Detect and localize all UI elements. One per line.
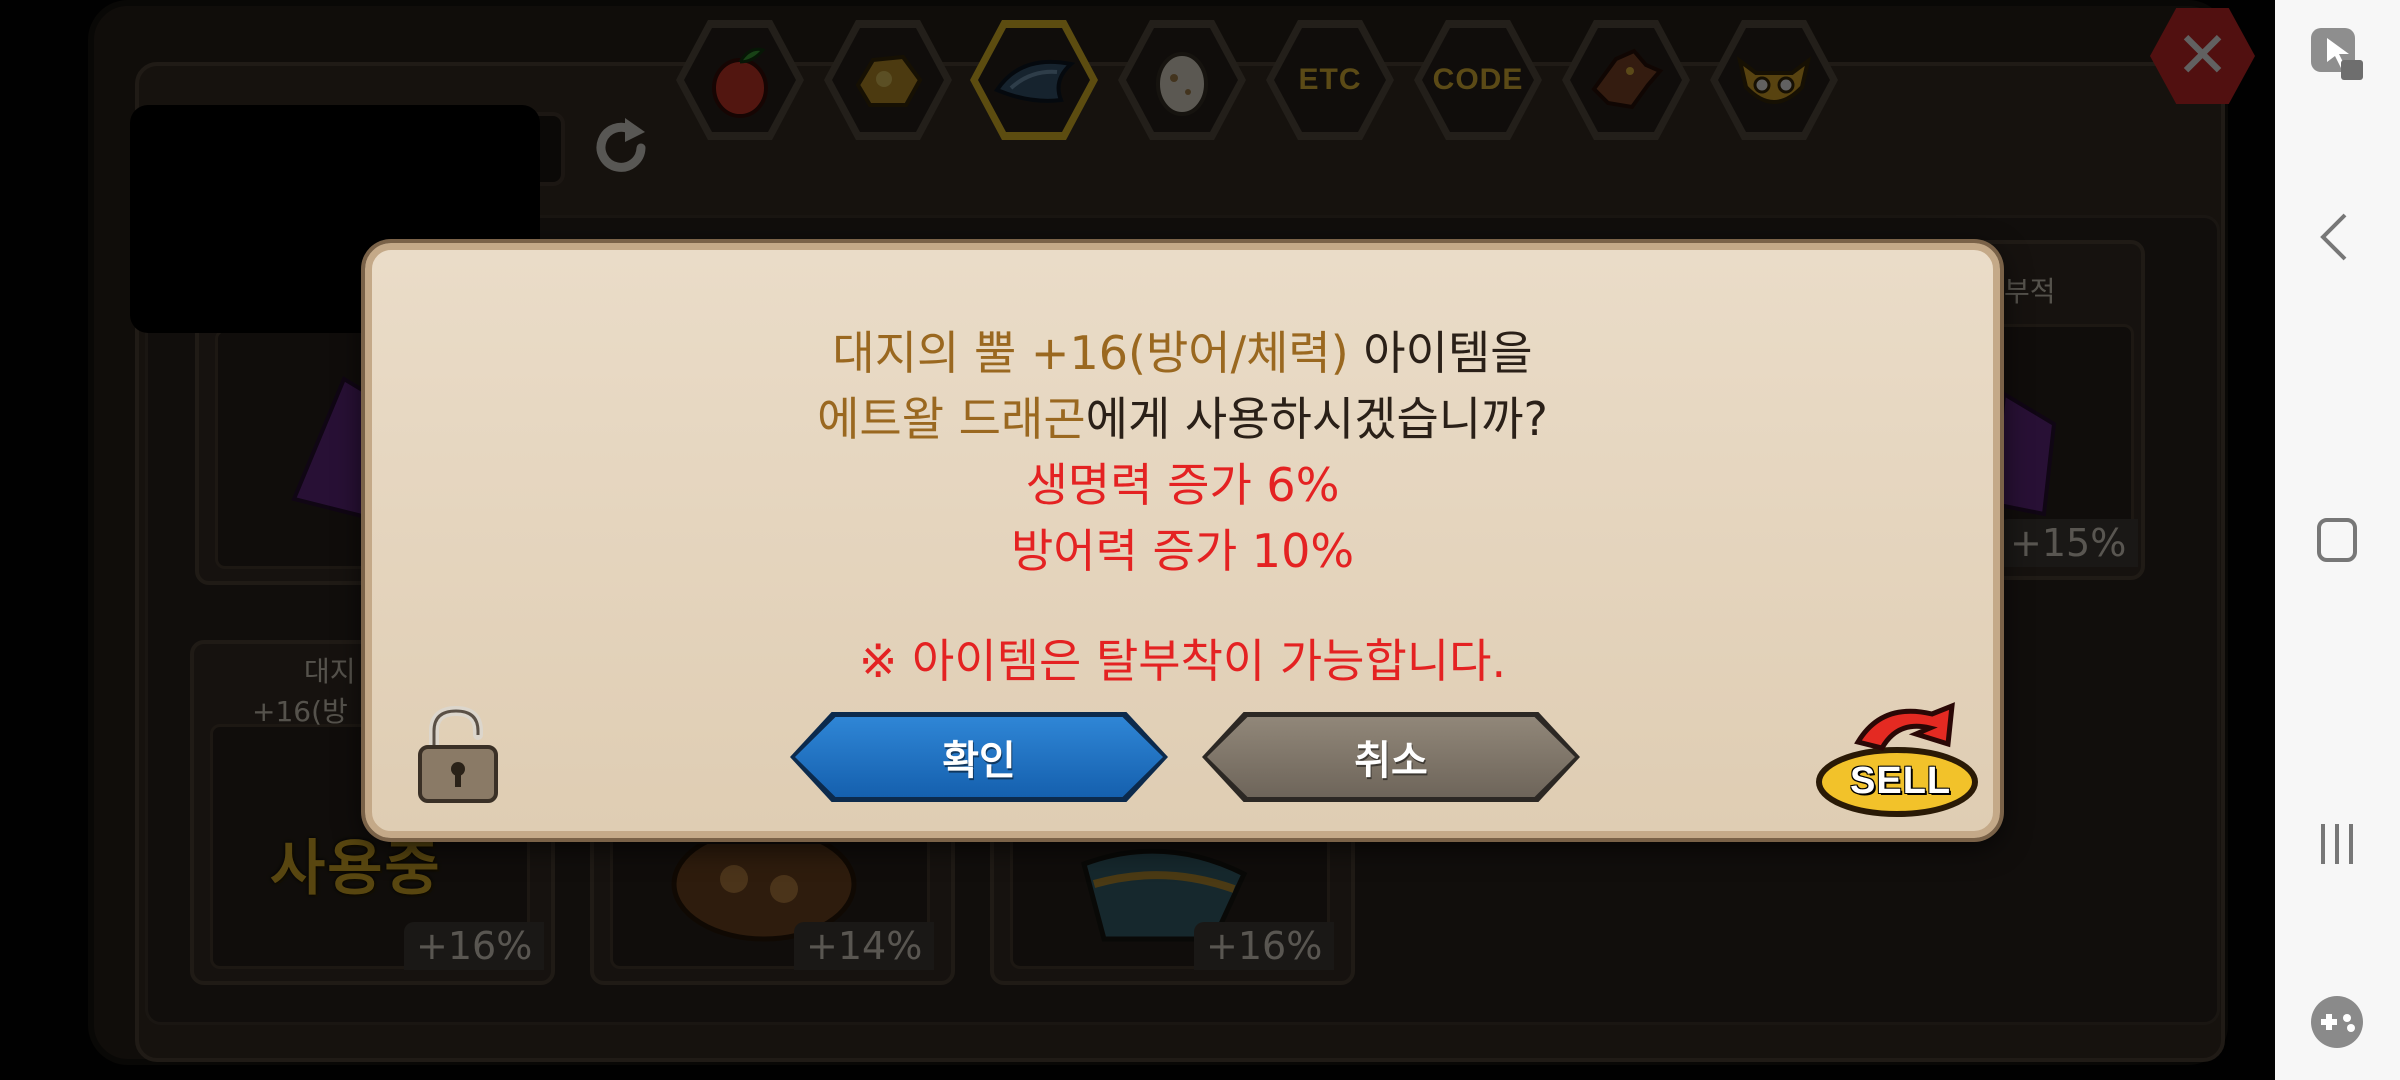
sell-button[interactable]: SELL: [1812, 698, 1982, 818]
stat-hp: 생명력 증가 6%: [1025, 458, 1340, 512]
notice-text: ※ 아이템은 탈부착이 가능합니다.: [858, 634, 1507, 688]
dragon-scale-icon: [993, 59, 1076, 103]
tab-etc-label: ETC: [1298, 63, 1362, 96]
message-text: 에게 사용하시겠습니까?: [1085, 392, 1548, 446]
unlock-icon[interactable]: [412, 705, 502, 805]
system-nav-bar: [2275, 0, 2400, 1080]
confirm-label: 확인: [942, 738, 1016, 784]
home-icon[interactable]: [2305, 508, 2369, 572]
egg-icon: [1156, 52, 1208, 116]
game-screen: 부적 +15% 대지 +16(방 +16% +14% +16% 사용중 ETC …: [0, 0, 2275, 1080]
purple-scroll-icon: [1994, 390, 2057, 517]
close-icon: ✕: [2175, 19, 2230, 93]
upgrade-percent: +15%: [1998, 519, 2139, 567]
item-name: 대지의 뿔 +16(방어/체력): [832, 326, 1349, 380]
recent-apps-icon[interactable]: [2305, 812, 2369, 876]
cancel-button[interactable]: 취소: [1202, 712, 1580, 802]
target-name: 에트왈 드래곤: [817, 392, 1086, 446]
upgrade-percent: +16%: [404, 922, 545, 970]
card-name: +16(방: [252, 695, 348, 728]
refresh-icon[interactable]: [585, 112, 657, 184]
card-name: 대지: [304, 655, 356, 688]
message-text: 아이템을: [1348, 326, 1533, 380]
message-line-1: 대지의 뿔 +16(방어/체력) 아이템을: [372, 320, 1993, 386]
dragon-head-icon: [1591, 48, 1664, 110]
goblin-face-icon: [1736, 56, 1812, 104]
message-line-2: 에트왈 드래곤에게 사용하시겠습니까?: [372, 386, 1993, 452]
touch-lock-icon[interactable]: [2305, 22, 2369, 86]
tab-code-label: CODE: [1432, 63, 1524, 96]
confirm-dialog: 대지의 뿔 +16(방어/체력) 아이템을 에트왈 드래곤에게 사용하시겠습니까…: [365, 243, 2000, 838]
gold-ore-icon: [855, 54, 923, 107]
confirm-button[interactable]: 확인: [790, 712, 1168, 802]
red-fruit-icon: [712, 47, 768, 118]
dialog-message: 대지의 뿔 +16(방어/체력) 아이템을 에트왈 드래곤에게 사용하시겠습니까…: [372, 320, 1993, 694]
back-icon[interactable]: [2305, 205, 2369, 269]
upgrade-percent: +14%: [794, 922, 935, 970]
sell-label: SELL: [1850, 760, 1952, 802]
game-tools-icon[interactable]: [2305, 990, 2369, 1054]
cancel-label: 취소: [1354, 738, 1428, 784]
card-name: 부적: [2004, 275, 2056, 308]
stat-defense: 방어력 증가 10%: [1010, 524, 1355, 578]
upgrade-percent: +16%: [1194, 922, 1335, 970]
